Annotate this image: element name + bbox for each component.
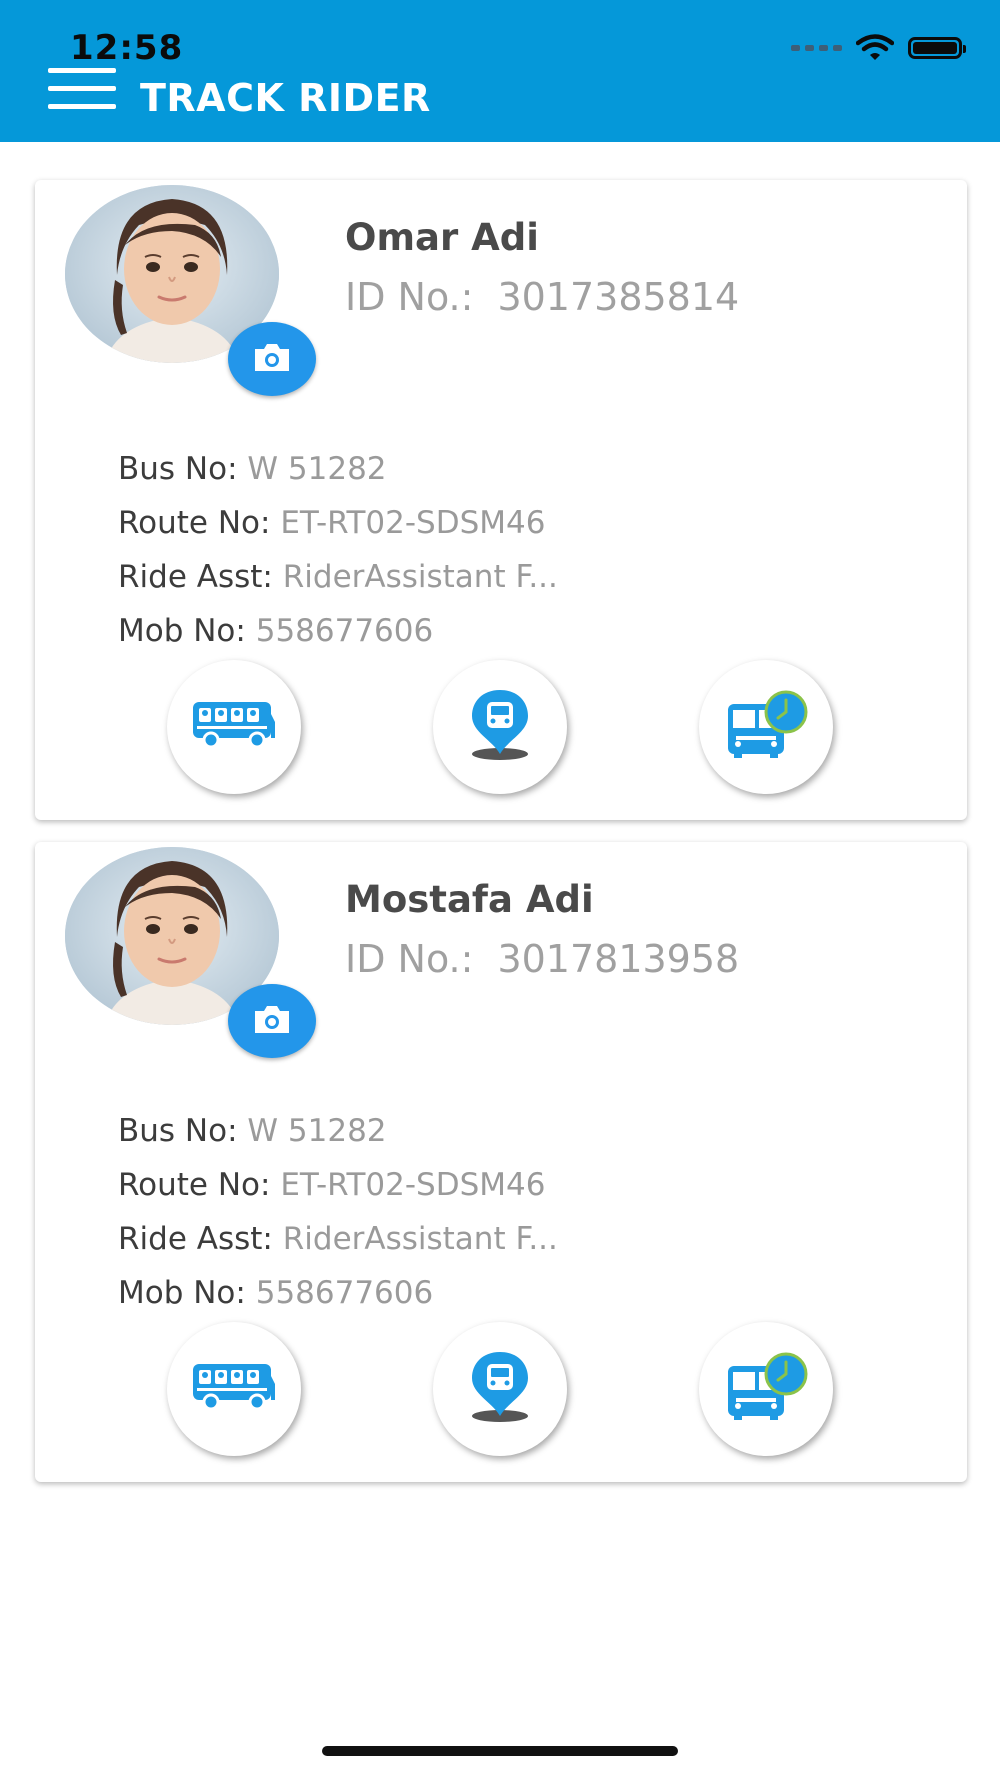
detail-label: Bus No: — [118, 451, 238, 487]
status-icons — [791, 34, 966, 62]
id-label: ID No.: — [345, 275, 474, 319]
detail-value: ET-RT02-SDSM46 — [280, 505, 546, 541]
id-value: 3017385814 — [497, 275, 740, 319]
detail-label: Ride Asst: — [118, 1221, 273, 1257]
cellular-signal-icon — [791, 45, 842, 51]
detail-value: 558677606 — [255, 613, 434, 649]
detail-label: Route No: — [118, 505, 271, 541]
detail-row: Route No: ET-RT02-SDSM46 — [118, 496, 558, 550]
detail-label: Mob No: — [118, 613, 246, 649]
bus-riders-button[interactable] — [167, 1322, 301, 1456]
camera-icon — [251, 1003, 293, 1039]
bus-riders-icon — [191, 1362, 277, 1416]
detail-value: ET-RT02-SDSM46 — [280, 1167, 546, 1203]
detail-row: Mob No: 558677606 — [118, 1266, 558, 1320]
camera-icon — [251, 341, 293, 377]
status-time: 12:58 — [70, 28, 184, 68]
detail-row: Ride Asst: RiderAssistant F... — [118, 1212, 558, 1266]
detail-value: RiderAssistant F... — [282, 1221, 558, 1257]
detail-value: W 51282 — [247, 1113, 387, 1149]
bus-location-pin-icon — [468, 1350, 532, 1428]
bus-schedule-button[interactable] — [699, 660, 833, 794]
bus-schedule-clock-icon — [724, 1352, 808, 1426]
wifi-icon — [856, 34, 894, 60]
detail-row: Bus No: W 51282 — [118, 442, 558, 496]
detail-label: Ride Asst: — [118, 559, 273, 595]
page-title: TRACK RIDER — [140, 76, 431, 120]
detail-label: Route No: — [118, 1167, 271, 1203]
id-label: ID No.: — [345, 937, 474, 981]
rider-card: Mostafa Adi ID No.: 3017813958 Bus No: W … — [35, 842, 967, 1482]
detail-value: W 51282 — [247, 451, 387, 487]
bus-schedule-button[interactable] — [699, 1322, 833, 1456]
rider-details: Bus No: W 51282 Route No: ET-RT02-SDSM46… — [118, 1104, 558, 1320]
home-indicator — [322, 1746, 678, 1756]
app-header: 12:58 TRACK RIDER — [0, 0, 1000, 142]
rider-details: Bus No: W 51282 Route No: ET-RT02-SDSM46… — [118, 442, 558, 658]
detail-value: 558677606 — [255, 1275, 434, 1311]
bus-location-pin-icon — [468, 688, 532, 766]
detail-row: Mob No: 558677606 — [118, 604, 558, 658]
bus-riders-icon — [191, 700, 277, 754]
rider-name: Mostafa Adi — [345, 878, 594, 921]
bus-riders-button[interactable] — [167, 660, 301, 794]
bus-location-button[interactable] — [433, 1322, 567, 1456]
camera-button[interactable] — [228, 322, 316, 396]
detail-label: Mob No: — [118, 1275, 246, 1311]
rider-actions — [35, 660, 967, 795]
rider-id: ID No.: 3017813958 — [345, 937, 739, 981]
id-value: 3017813958 — [497, 937, 740, 981]
detail-row: Ride Asst: RiderAssistant F... — [118, 550, 558, 604]
detail-value: RiderAssistant F... — [282, 559, 558, 595]
camera-button[interactable] — [228, 984, 316, 1058]
battery-icon — [908, 37, 966, 59]
bus-location-button[interactable] — [433, 660, 567, 794]
rider-card: Omar Adi ID No.: 3017385814 Bus No: W 512… — [35, 180, 967, 820]
rider-actions — [35, 1322, 967, 1457]
hamburger-menu-button[interactable] — [48, 68, 116, 112]
bus-schedule-clock-icon — [724, 690, 808, 764]
rider-id: ID No.: 3017385814 — [345, 275, 739, 319]
detail-label: Bus No: — [118, 1113, 238, 1149]
detail-row: Route No: ET-RT02-SDSM46 — [118, 1158, 558, 1212]
detail-row: Bus No: W 51282 — [118, 1104, 558, 1158]
rider-name: Omar Adi — [345, 216, 539, 259]
